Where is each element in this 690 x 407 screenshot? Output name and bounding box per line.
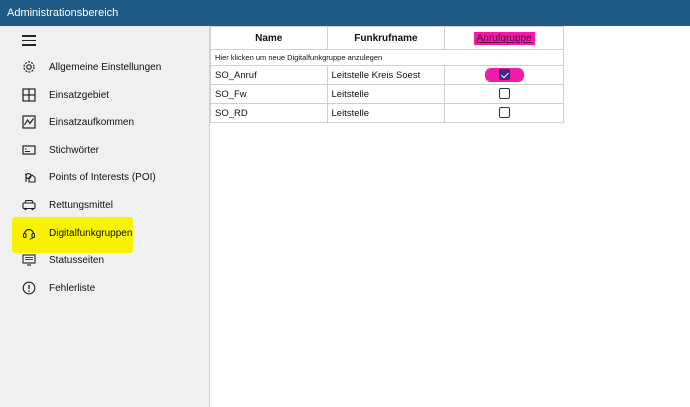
sidebar-item-label: Stichwörter [49, 144, 100, 156]
sidebar-item-label: Fehlerliste [49, 282, 96, 294]
sidebar-item-label: Statusseiten [49, 254, 105, 266]
hamburger-menu-icon[interactable] [22, 35, 36, 46]
cell-name[interactable]: SO_Fw [210, 84, 328, 104]
window-title: Administrationsbereich [7, 7, 119, 19]
table-row[interactable]: SO_Fw Leitstelle [210, 84, 564, 104]
column-header-anrufgruppe[interactable]: Anrufgruppe [444, 26, 564, 50]
sidebar-item-einsatzaufkommen[interactable]: Einsatzaufkommen [0, 109, 210, 135]
sidebar-item-label: Digitalfunkgruppen [49, 227, 133, 239]
sidebar-item-poi[interactable]: Points of Interests (POI) [0, 164, 210, 190]
monitor-icon [21, 252, 37, 268]
digitalfunkgruppen-table: Name Funkrufname Anrufgruppe Hier klicke… [210, 26, 564, 123]
new-entry-row[interactable]: Hier klicken um neue Digitalfunkgruppe a… [210, 49, 564, 66]
sidebar-item-label: Einsatzgebiet [49, 89, 110, 101]
anrufgruppe-header-label: Anrufgruppe [473, 31, 535, 45]
column-header-funkrufname[interactable]: Funkrufname [326, 26, 446, 50]
column-header-name[interactable]: Name [210, 26, 328, 50]
sidebar-item-label: Allgemeine Einstellungen [49, 61, 162, 73]
vehicle-icon [21, 197, 37, 213]
sidebar-item-einsatzgebiet[interactable]: Einsatzgebiet [0, 82, 210, 108]
sidebar-item-digitalfunkgruppen[interactable]: Digitalfunkgruppen [0, 220, 210, 246]
keyboard-icon [21, 142, 37, 158]
cell-anrufgruppe [444, 103, 564, 123]
cell-name[interactable]: SO_RD [210, 103, 328, 123]
table-row[interactable]: SO_Anruf Leitstelle Kreis Soest [210, 65, 564, 85]
table-header-row: Name Funkrufname Anrufgruppe [210, 26, 564, 50]
sidebar-item-stichwoerter[interactable]: Stichwörter [0, 137, 210, 163]
headset-icon [21, 225, 37, 241]
cell-name[interactable]: SO_Anruf [210, 65, 328, 85]
cell-funkrufname[interactable]: Leitstelle Kreis Soest [326, 65, 446, 85]
sidebar-item-fehlerliste[interactable]: Fehlerliste [0, 275, 210, 301]
table-row[interactable]: SO_RD Leitstelle [210, 103, 564, 123]
sidebar-item-label: Rettungsmittel [49, 199, 113, 211]
sidebar-item-statusseiten[interactable]: Statusseiten [0, 247, 210, 273]
cell-funkrufname[interactable]: Leitstelle [326, 103, 446, 123]
anrufgruppe-checkbox[interactable] [498, 88, 510, 100]
sidebar-item-rettungsmittel[interactable]: Rettungsmittel [0, 192, 210, 218]
sidebar-item-label: Points of Interests (POI) [49, 171, 156, 183]
line-chart-icon [21, 114, 37, 130]
title-bar: Administrationsbereich [0, 0, 690, 26]
pink-highlight-marker [484, 68, 524, 82]
cell-funkrufname[interactable]: Leitstelle [326, 84, 446, 104]
sidebar-item-allgemeine-einstellungen[interactable]: Allgemeine Einstellungen [0, 54, 210, 80]
anrufgruppe-checkbox[interactable] [498, 107, 510, 119]
cell-anrufgruppe [444, 65, 564, 85]
sidebar: Allgemeine Einstellungen Einsatzgebiet E… [0, 26, 210, 407]
grid-map-icon [21, 87, 37, 103]
sidebar-item-label: Einsatzaufkommen [49, 116, 135, 128]
anrufgruppe-checkbox[interactable] [498, 69, 510, 81]
gear-icon [21, 59, 37, 75]
poi-icon [21, 169, 37, 185]
new-entry-hint[interactable]: Hier klicken um neue Digitalfunkgruppe a… [210, 49, 564, 66]
cell-anrufgruppe [444, 84, 564, 104]
warning-circle-icon [21, 280, 37, 296]
